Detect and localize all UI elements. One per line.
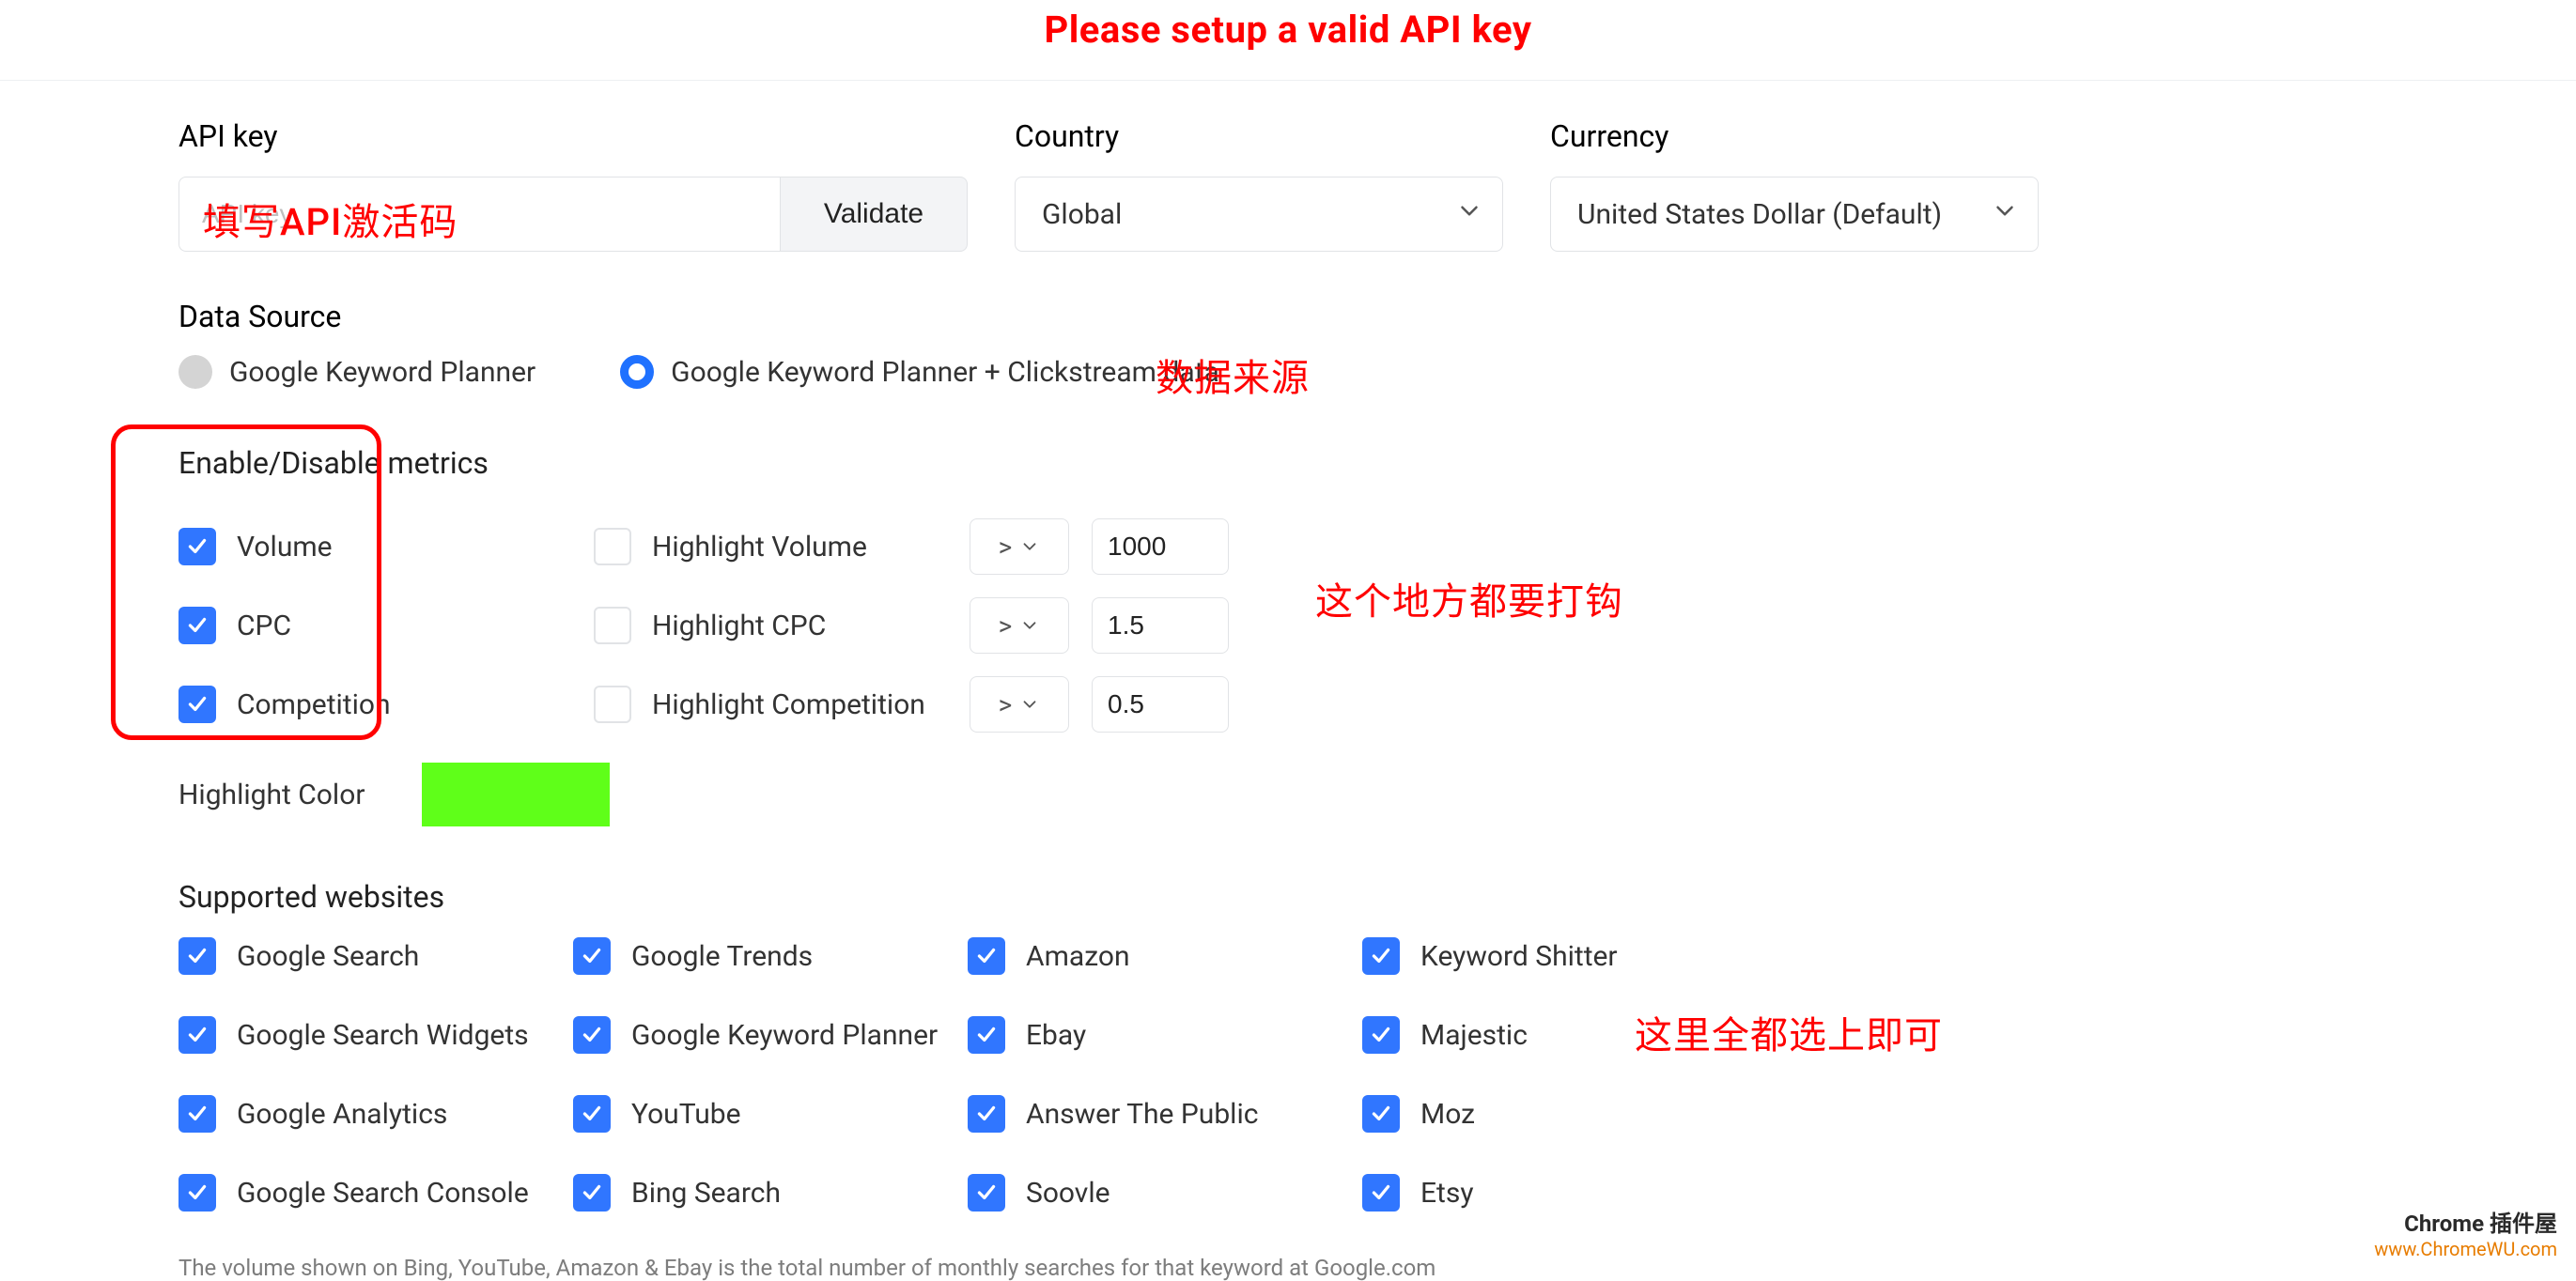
watermark-line2: www.ChromeWU.com (2374, 1238, 2557, 1260)
site-label: Google Keyword Planner (631, 1019, 938, 1052)
metrics-heading: Enable/Disable metrics (178, 445, 2576, 481)
footnote: The volume shown on Bing, YouTube, Amazo… (178, 1255, 2576, 1281)
op-symbol: > (999, 689, 1013, 720)
country-select[interactable]: Global (1015, 177, 1503, 252)
watermark: Chrome 插件屋 www.ChromeWU.com (2374, 1205, 2557, 1260)
checkbox-site[interactable] (1362, 1095, 1400, 1133)
metric-cpc-label: CPC (237, 610, 291, 642)
highlight-cpc-label: Highlight CPC (652, 610, 826, 642)
divider (0, 80, 2576, 81)
currency-label: Currency (1550, 118, 2039, 154)
site-etsy: Etsy (1362, 1174, 1757, 1212)
checkbox-cpc[interactable] (178, 607, 216, 644)
site-answer-the-public: Answer The Public (968, 1095, 1362, 1133)
checkbox-site[interactable] (573, 937, 611, 975)
checkbox-site[interactable] (178, 937, 216, 975)
site-label: Ebay (1026, 1019, 1086, 1052)
op-symbol: > (999, 532, 1013, 563)
checkbox-site[interactable] (573, 1174, 611, 1212)
api-key-label: API key (178, 118, 968, 154)
metric-competition-label: Competition (237, 688, 391, 721)
site-label: Google Search (237, 940, 419, 973)
radio-indicator (620, 355, 654, 389)
checkbox-site[interactable] (573, 1095, 611, 1133)
checkbox-site[interactable] (178, 1016, 216, 1054)
site-google-analytics: Google Analytics (178, 1095, 573, 1133)
threshold-cpc[interactable] (1092, 597, 1229, 654)
currency-select[interactable]: United States Dollar (Default) (1550, 177, 2039, 252)
site-label: Google Trends (631, 940, 813, 973)
site-google-keyword-planner: Google Keyword Planner (573, 1016, 968, 1054)
checkbox-site[interactable] (178, 1095, 216, 1133)
checkbox-site[interactable] (1362, 937, 1400, 975)
checkbox-site[interactable] (968, 1095, 1005, 1133)
radio-gkp[interactable]: Google Keyword Planner (178, 355, 535, 389)
site-label: Google Search Widgets (237, 1019, 529, 1052)
checkbox-site[interactable] (1362, 1174, 1400, 1212)
site-google-trends: Google Trends (573, 937, 968, 975)
api-key-input[interactable] (178, 177, 780, 252)
site-label: Moz (1420, 1098, 1475, 1131)
chevron-down-icon (1455, 197, 1483, 232)
op-select-volume[interactable]: > (970, 518, 1069, 575)
highlight-competition-label: Highlight Competition (652, 688, 925, 721)
site-keyword-shitter: Keyword Shitter (1362, 937, 1757, 975)
highlight-color-label: Highlight Color (178, 779, 365, 811)
data-source-heading: Data Source (178, 299, 2576, 334)
site-label: Soovle (1026, 1177, 1110, 1210)
metric-volume-label: Volume (237, 531, 333, 563)
radio-gkp-clickstream[interactable]: Google Keyword Planner + Clickstream dat… (620, 355, 1219, 389)
radio-indicator (178, 355, 212, 389)
site-label: YouTube (631, 1098, 741, 1131)
threshold-competition[interactable] (1092, 676, 1229, 733)
highlight-volume-label: Highlight Volume (652, 531, 867, 563)
site-youtube: YouTube (573, 1095, 968, 1133)
site-label: Keyword Shitter (1420, 940, 1618, 973)
chevron-down-icon (1991, 197, 2019, 232)
validate-button[interactable]: Validate (780, 177, 968, 252)
site-bing-search: Bing Search (573, 1174, 968, 1212)
checkbox-volume[interactable] (178, 528, 216, 565)
op-select-competition[interactable]: > (970, 676, 1069, 733)
site-label: Google Analytics (237, 1098, 447, 1131)
banner-error: Please setup a valid API key (0, 0, 2576, 80)
site-label: Answer The Public (1026, 1098, 1258, 1131)
supported-websites-heading: Supported websites (178, 879, 2576, 915)
site-google-search-console: Google Search Console (178, 1174, 573, 1212)
threshold-volume[interactable] (1092, 518, 1229, 575)
checkbox-site[interactable] (968, 1174, 1005, 1212)
op-symbol: > (999, 610, 1013, 641)
site-majestic: Majestic (1362, 1016, 1757, 1054)
site-label: Bing Search (631, 1177, 781, 1210)
site-label: Google Search Console (237, 1177, 529, 1210)
checkbox-highlight-cpc[interactable] (594, 607, 631, 644)
site-label: Majestic (1420, 1019, 1528, 1052)
checkbox-site[interactable] (968, 1016, 1005, 1054)
site-google-search-widgets: Google Search Widgets (178, 1016, 573, 1054)
checkbox-site[interactable] (178, 1174, 216, 1212)
checkbox-highlight-competition[interactable] (594, 686, 631, 723)
site-ebay: Ebay (968, 1016, 1362, 1054)
radio-label: Google Keyword Planner + Clickstream dat… (671, 356, 1219, 389)
checkbox-highlight-volume[interactable] (594, 528, 631, 565)
country-value: Global (1042, 198, 1122, 231)
checkbox-site[interactable] (573, 1016, 611, 1054)
site-amazon: Amazon (968, 937, 1362, 975)
site-google-search: Google Search (178, 937, 573, 975)
op-select-cpc[interactable]: > (970, 597, 1069, 654)
checkbox-competition[interactable] (178, 686, 216, 723)
country-label: Country (1015, 118, 1503, 154)
site-moz: Moz (1362, 1095, 1757, 1133)
radio-label: Google Keyword Planner (229, 356, 535, 389)
checkbox-site[interactable] (968, 937, 1005, 975)
watermark-line1: Chrome 插件屋 (2374, 1205, 2557, 1238)
site-label: Amazon (1026, 940, 1130, 973)
currency-value: United States Dollar (Default) (1577, 198, 1942, 231)
site-label: Etsy (1420, 1177, 1474, 1210)
checkbox-site[interactable] (1362, 1016, 1400, 1054)
site-soovle: Soovle (968, 1174, 1362, 1212)
highlight-color-swatch[interactable] (422, 763, 610, 826)
